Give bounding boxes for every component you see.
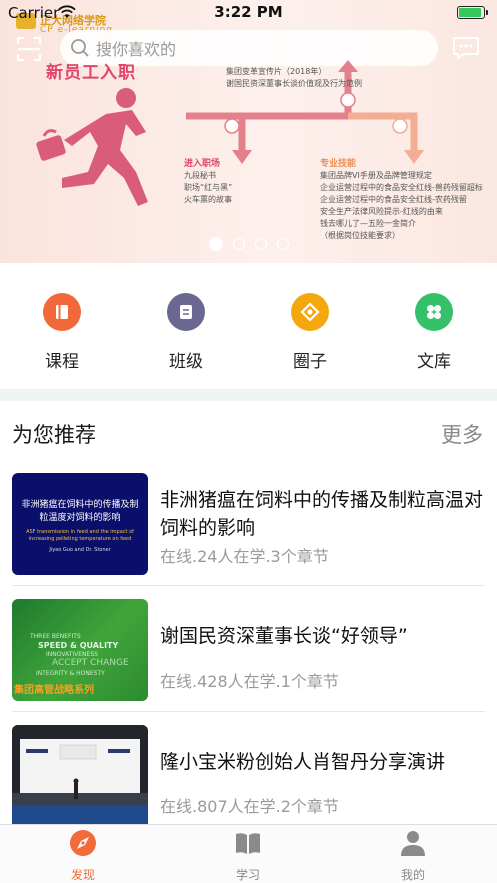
recommend-title: 为您推荐 bbox=[12, 423, 96, 447]
thumbnail-word: INTEGRITY & HONESTY bbox=[36, 670, 105, 677]
nav-course[interactable]: 课程 bbox=[22, 293, 102, 372]
flow-right-line: 安全生产法律风险提示-红线的由来 bbox=[320, 207, 443, 216]
tab-label: 发现 bbox=[70, 868, 95, 882]
course-item[interactable]: 隆小宝米粉创始人肖智丹分享演讲 在线.807人在学.2个章节 bbox=[0, 712, 497, 824]
banner-flowchart: 集团变革宣传片（2018年） 谢国民资深董事长谈价值观及行为范例 进入职场 九段… bbox=[178, 60, 483, 240]
thumbnail-word: THREE BENEFITS bbox=[30, 633, 81, 640]
thumbnail-word: ACCEPT CHANGE bbox=[52, 658, 129, 668]
scan-icon[interactable] bbox=[16, 36, 42, 62]
carousel-dots[interactable] bbox=[0, 237, 497, 251]
open-book-icon bbox=[236, 833, 260, 854]
quick-nav: 课程 班级 圈子 文库 bbox=[0, 263, 497, 389]
course-meta: 在线.24人在学.3个章节 bbox=[160, 547, 329, 566]
banner-carousel[interactable]: Carrier 3:22 PM 正大网络学院 CP e-learning 搜你喜… bbox=[0, 0, 497, 263]
search-icon bbox=[71, 39, 89, 57]
nav-class[interactable]: 班级 bbox=[146, 293, 226, 372]
course-meta: 在线.807人在学.2个章节 bbox=[160, 797, 339, 816]
message-icon[interactable] bbox=[452, 36, 480, 60]
carousel-dot[interactable] bbox=[208, 237, 223, 251]
status-bar: Carrier 3:22 PM bbox=[0, 0, 497, 26]
flow-right-line: 企业运营过程中的食品安全红线-兽药残留超标 bbox=[320, 183, 483, 192]
flow-top-line: 谢国民资深董事长谈价值观及行为范例 bbox=[226, 79, 362, 88]
carousel-dot[interactable] bbox=[276, 238, 289, 250]
flow-left-line: 职场“红与黑” bbox=[184, 183, 233, 192]
flow-left-head: 进入职场 bbox=[184, 159, 221, 169]
thumbnail-word: SPEED & QUALITY bbox=[38, 641, 119, 650]
flow-right-head: 专业技能 bbox=[320, 159, 357, 169]
flow-right-line: 企业运营过程中的食品安全红线-农药残留 bbox=[320, 195, 467, 204]
class-icon bbox=[167, 293, 205, 331]
book-icon bbox=[43, 293, 81, 331]
flow-left-line: 火车票的故事 bbox=[184, 195, 232, 204]
tab-label: 我的 bbox=[400, 868, 425, 882]
thumbnail-author: Jiyao Guo and Dr. Stoner bbox=[49, 547, 111, 553]
course-thumbnail bbox=[12, 725, 148, 824]
flow-left-line: 九段秘书 bbox=[184, 171, 216, 180]
circle-icon bbox=[291, 293, 329, 331]
course-thumbnail: 非洲猪瘟在饲料中的传播及制粒温度对饲料的影响 ASF transmission … bbox=[12, 473, 148, 575]
course-thumbnail: THREE BENEFITS SPEED & QUALITY INNOVATIV… bbox=[12, 599, 148, 701]
carousel-dot[interactable] bbox=[232, 238, 245, 250]
course-title: 隆小宝米粉创始人肖智丹分享演讲 bbox=[160, 751, 446, 773]
nav-label: 课程 bbox=[45, 352, 79, 372]
course-item[interactable]: THREE BENEFITS SPEED & QUALITY INNOVATIV… bbox=[0, 586, 497, 712]
course-item[interactable]: 非洲猪瘟在饲料中的传播及制粒温度对饲料的影响 ASF transmission … bbox=[0, 460, 497, 586]
nav-circle[interactable]: 圈子 bbox=[270, 293, 350, 372]
runner-illustration bbox=[36, 88, 148, 206]
flow-right-line: 集团品牌VI手册及品牌管理规定 bbox=[320, 171, 432, 180]
stage-photo bbox=[12, 725, 148, 824]
status-time: 3:22 PM bbox=[214, 3, 283, 21]
nav-library[interactable]: 文库 bbox=[394, 293, 474, 372]
thumbnail-tag: 集团高管战略系列 bbox=[14, 685, 94, 696]
course-title: 谢国民资深董事长谈“好领导” bbox=[160, 625, 408, 647]
carousel-dot[interactable] bbox=[254, 238, 267, 250]
battery-icon bbox=[457, 6, 488, 19]
library-icon bbox=[415, 293, 453, 331]
tab-label: 学习 bbox=[235, 868, 260, 882]
course-title: 非洲猪瘟在饲料中的传播及制粒高温对饲料的影响 bbox=[160, 489, 484, 539]
search-placeholder: 搜你喜欢的 bbox=[96, 40, 177, 59]
thumbnail-title: 非洲猪瘟在饲料中的传播及制粒温度对饲料的影响 bbox=[21, 500, 139, 523]
flow-right-line: 钱去哪儿了—五险一金简介 bbox=[320, 219, 416, 228]
flow-top-line: 集团变革宣传片（2018年） bbox=[226, 67, 327, 76]
course-meta: 在线.428人在学.1个章节 bbox=[160, 672, 339, 691]
tab-discover[interactable]: 发现 bbox=[33, 829, 133, 883]
thumbnail-word: INNOVATIVENESS bbox=[46, 651, 98, 658]
more-link[interactable]: 更多 bbox=[441, 419, 483, 449]
section-divider bbox=[0, 389, 497, 401]
compass-icon bbox=[70, 830, 96, 856]
nav-label: 文库 bbox=[417, 352, 451, 372]
user-icon bbox=[401, 831, 425, 856]
tab-bar: 发现 学习 我的 bbox=[0, 824, 497, 883]
tab-study[interactable]: 学习 bbox=[198, 829, 298, 883]
nav-label: 圈子 bbox=[293, 352, 327, 372]
nav-label: 班级 bbox=[169, 352, 203, 372]
thumbnail-subtitle: ASF transmission in feed and the impact … bbox=[26, 529, 134, 542]
tab-mine[interactable]: 我的 bbox=[363, 829, 463, 883]
